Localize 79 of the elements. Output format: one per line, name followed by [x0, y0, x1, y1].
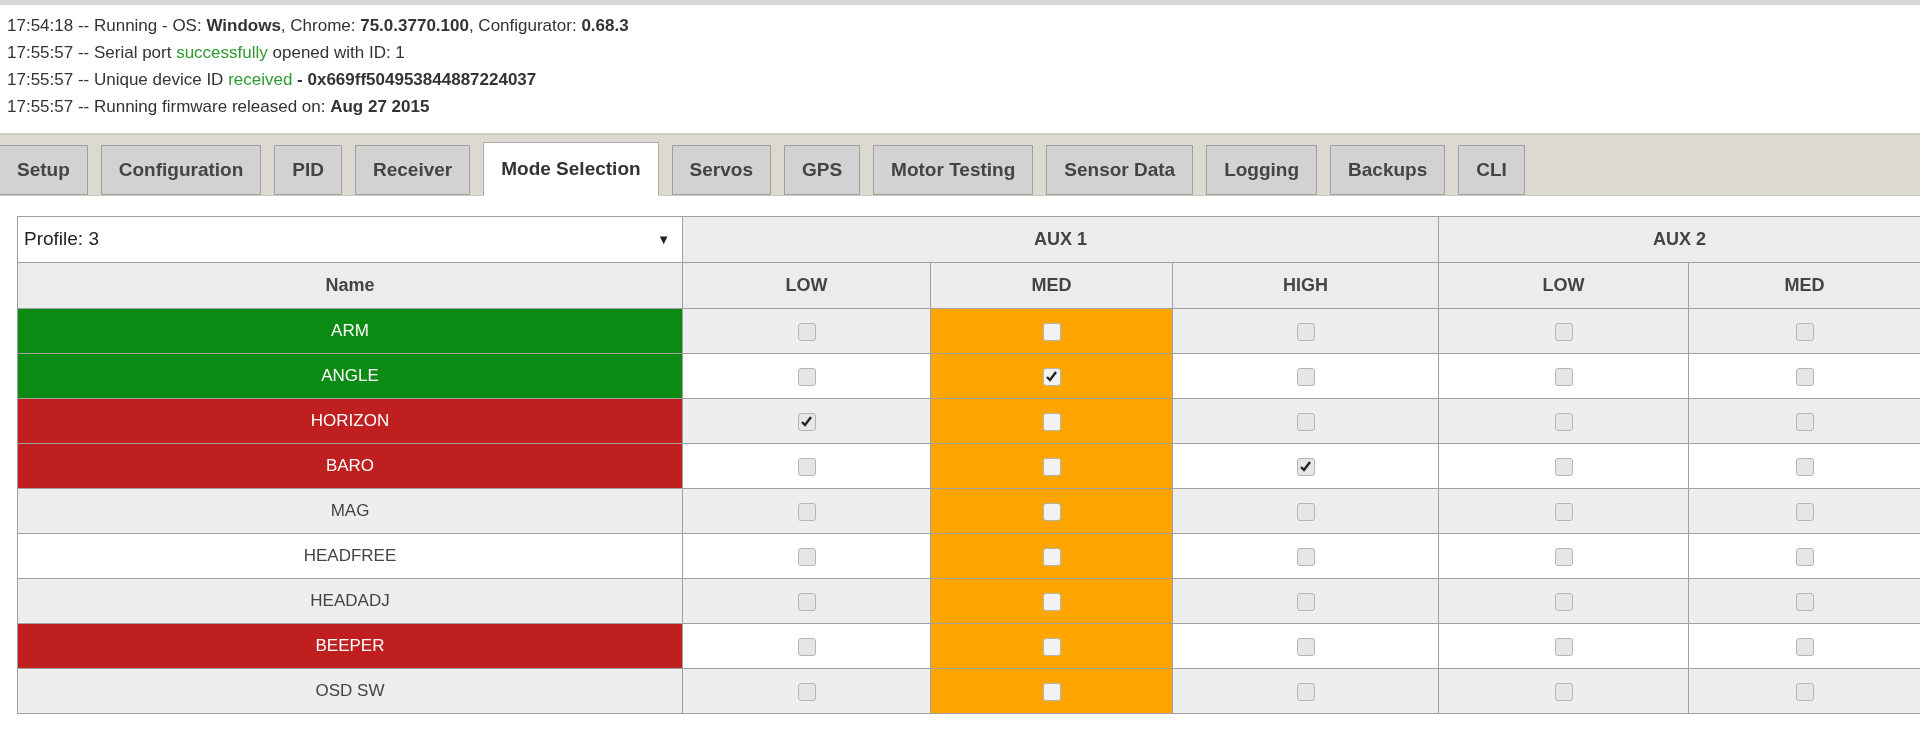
tab[interactable]: Setup [0, 145, 88, 195]
checkbox[interactable] [1296, 457, 1315, 476]
checkbox[interactable] [1296, 322, 1315, 341]
checkbox[interactable] [797, 502, 816, 521]
checkbox[interactable] [1554, 502, 1573, 521]
mode-name: ARM [17, 308, 683, 354]
checkbox[interactable] [1554, 592, 1573, 611]
mode-name: MAG [17, 488, 683, 534]
column-group-header: AUX 2 [1438, 216, 1920, 263]
column-header: LOW [682, 262, 931, 309]
checkbox[interactable] [1042, 457, 1061, 476]
checkbox[interactable] [797, 322, 816, 341]
tab[interactable]: PID [274, 145, 342, 195]
column-header: LOW [1438, 262, 1689, 309]
tab[interactable]: Mode Selection [483, 142, 659, 196]
column-header: MED [1688, 262, 1920, 309]
column-header: HIGH [1172, 262, 1439, 309]
checkbox[interactable] [1795, 367, 1814, 386]
tab[interactable]: Logging [1206, 145, 1318, 195]
mode-name: HEADADJ [17, 578, 683, 624]
checkbox[interactable] [797, 637, 816, 656]
checkbox[interactable] [1296, 367, 1315, 386]
checkbox[interactable] [1042, 367, 1061, 386]
tab[interactable]: Configuration [100, 145, 262, 195]
checkbox[interactable] [1795, 592, 1814, 611]
checkbox[interactable] [797, 547, 816, 566]
checkbox[interactable] [797, 412, 816, 431]
mode-name: HEADFREE [17, 533, 683, 579]
checkbox[interactable] [1795, 682, 1814, 701]
tab[interactable]: GPS [783, 145, 861, 195]
checkbox[interactable] [1042, 502, 1061, 521]
tab[interactable]: CLI [1458, 145, 1525, 195]
profile-dropdown[interactable]: Profile: 3 ▼ [18, 217, 682, 262]
checkbox[interactable] [797, 367, 816, 386]
checkbox[interactable] [1795, 547, 1814, 566]
checkbox[interactable] [797, 592, 816, 611]
column-group-header: AUX 1 [682, 216, 1439, 263]
checkbox[interactable] [1554, 637, 1573, 656]
tab[interactable]: Servos [671, 145, 771, 195]
checkbox[interactable] [1296, 502, 1315, 521]
log-line: 17:55:57 -- Serial port successfully opened with ID: 1 [7, 42, 406, 64]
mode-name: HORIZON [17, 398, 683, 444]
log-line: 17:55:57 -- Unique device ID received - 0x669ff504953844887224037 [7, 69, 538, 91]
checkbox[interactable] [1296, 547, 1315, 566]
checkbox[interactable] [1554, 682, 1573, 701]
checkbox[interactable] [1795, 322, 1814, 341]
log-line: 17:55:57 -- Running firmware released on: Aug 27 2015 [7, 96, 431, 118]
checkbox[interactable] [797, 457, 816, 476]
tab[interactable]: Backups [1330, 145, 1446, 195]
checkbox[interactable] [1795, 502, 1814, 521]
checkbox[interactable] [1296, 637, 1315, 656]
checkbox[interactable] [1296, 412, 1315, 431]
checkbox[interactable] [1554, 367, 1573, 386]
checkbox[interactable] [1795, 457, 1814, 476]
tab[interactable]: Motor Testing [873, 145, 1034, 195]
mode-name: BARO [17, 443, 683, 489]
checkbox[interactable] [1042, 637, 1061, 656]
checkbox[interactable] [1554, 457, 1573, 476]
checkbox[interactable] [1042, 682, 1061, 701]
checkbox[interactable] [1296, 592, 1315, 611]
column-header: Name [17, 262, 683, 309]
checkbox[interactable] [1554, 547, 1573, 566]
mode-name: BEEPER [17, 623, 683, 669]
checkbox[interactable] [1042, 547, 1061, 566]
checkbox[interactable] [1042, 322, 1061, 341]
checkbox[interactable] [1554, 322, 1573, 341]
tab[interactable]: Sensor Data [1046, 145, 1194, 195]
tab[interactable]: Receiver [355, 145, 471, 195]
column-header: MED [930, 262, 1173, 309]
checkbox[interactable] [1554, 412, 1573, 431]
checkbox[interactable] [1795, 412, 1814, 431]
checkbox[interactable] [1042, 592, 1061, 611]
checkbox[interactable] [1795, 637, 1814, 656]
checkbox[interactable] [1296, 682, 1315, 701]
checkbox[interactable] [1042, 412, 1061, 431]
checkbox[interactable] [797, 682, 816, 701]
log-line: 17:54:18 -- Running - OS: Windows, Chrome: 75.0.3770.100, Configurator: 0.68.3 [7, 15, 630, 37]
mode-name: ANGLE [17, 353, 683, 399]
mode-name: OSD SW [17, 668, 683, 714]
